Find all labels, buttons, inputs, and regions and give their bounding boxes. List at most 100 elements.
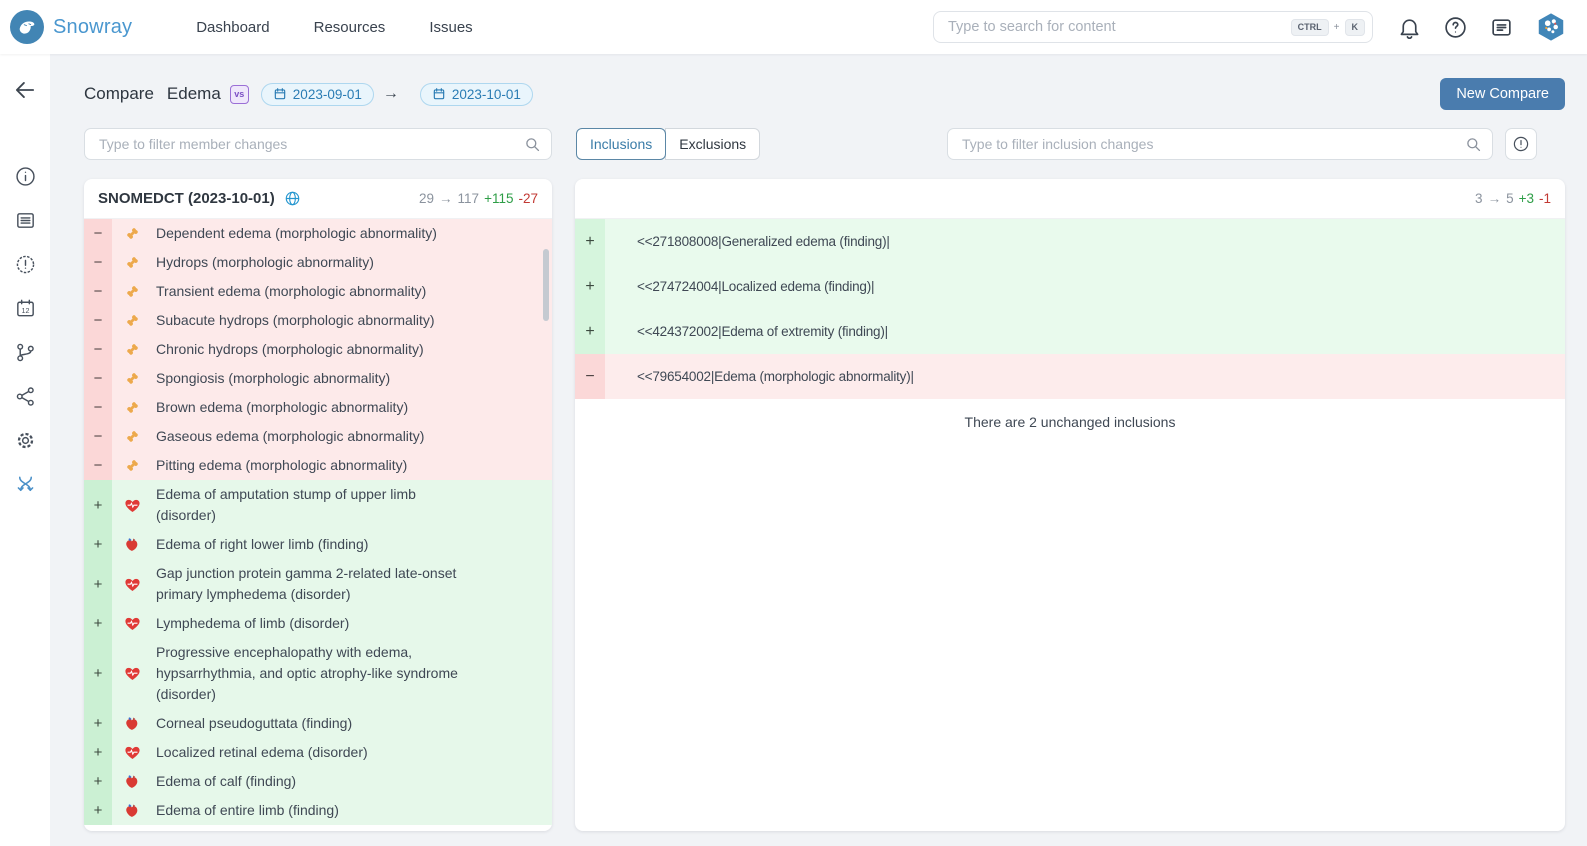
calendar-small-icon (273, 87, 287, 101)
member-label: Progressive encephalopathy with edema, h… (156, 638, 478, 709)
exclamation-circle-icon (1512, 134, 1530, 154)
codesystem-title: SNOMEDCT (2023-10-01) (98, 190, 301, 207)
inclusion-info-button[interactable] (1505, 128, 1537, 160)
bone-icon (124, 254, 141, 271)
notes-icon[interactable] (14, 209, 37, 232)
compare-icon[interactable] (14, 473, 37, 496)
date-to-chip[interactable]: 2023-10-01 (420, 83, 533, 106)
bone-icon (124, 457, 141, 474)
snowray-logo[interactable]: Snowray (10, 10, 132, 44)
member-change-row[interactable]: − Pitting edema (morphologic abnormality… (84, 451, 552, 480)
compare-subject: Edema (167, 84, 221, 104)
member-change-row[interactable]: + Progressive encephalopathy with edema,… (84, 638, 552, 709)
gear-icon[interactable] (14, 429, 37, 452)
user-avatar[interactable] (1535, 11, 1567, 43)
nav-issues[interactable]: Issues (429, 19, 472, 36)
date-to-label: 2023-10-01 (452, 87, 521, 102)
removed-sign: − (575, 354, 605, 399)
member-label: Transient edema (morphologic abnormality… (156, 277, 478, 306)
added-sign: + (84, 530, 112, 559)
member-change-list: − Dependent edema (morphologic abnormali… (84, 219, 552, 830)
ecl-expression: <<79654002|Edema (morphologic abnormalit… (605, 354, 914, 399)
alert-badge-icon[interactable] (14, 253, 37, 276)
added-sign: + (575, 264, 605, 309)
main-nav: Dashboard Resources Issues (196, 19, 472, 36)
inclusion-change-row[interactable]: − <<79654002|Edema (morphologic abnormal… (575, 354, 1565, 399)
removed-sign: − (84, 451, 112, 480)
nav-dashboard[interactable]: Dashboard (196, 19, 269, 36)
removed-sign: − (84, 393, 112, 422)
member-change-row[interactable]: − Dependent edema (morphologic abnormali… (84, 219, 552, 248)
inclusion-filter-input[interactable] (960, 135, 1464, 153)
disorder-heart-icon (124, 615, 141, 632)
member-change-row[interactable]: + Edema of amputation stump of upper lim… (84, 480, 552, 530)
member-label: Edema of right lower limb (finding) (156, 530, 478, 559)
help-icon[interactable] (1443, 15, 1468, 40)
member-filter[interactable] (84, 128, 552, 160)
member-stats: 29→117 +115 -27 (419, 191, 538, 206)
member-change-row[interactable]: + Gap junction protein gamma 2-related l… (84, 559, 552, 609)
added-sign: + (84, 559, 112, 609)
member-change-row[interactable]: − Subacute hydrops (morphologic abnormal… (84, 306, 552, 335)
bone-icon (124, 399, 141, 416)
member-change-row[interactable]: − Brown edema (morphologic abnormality) (84, 393, 552, 422)
tab-exclusions[interactable]: Exclusions (665, 128, 760, 160)
disorder-heart-icon (124, 497, 141, 514)
member-label: Brown edema (morphologic abnormality) (156, 393, 478, 422)
scrollbar-thumb[interactable] (543, 249, 549, 321)
member-change-row[interactable]: + Lymphedema of limb (disorder) (84, 609, 552, 638)
inclusion-changes-panel: 3→5 +3 -1 + <<271808008|Generalized edem… (575, 179, 1565, 831)
member-label: Edema of amputation stump of upper limb … (156, 480, 478, 530)
stat-added: +3 (1519, 191, 1534, 206)
ecl-expression: <<274724004|Localized edema (finding)| (605, 264, 874, 309)
added-sign: + (84, 480, 112, 530)
member-change-row[interactable]: + Edema of entire limb (finding) (84, 796, 552, 825)
member-change-row[interactable]: − Transient edema (morphologic abnormali… (84, 277, 552, 306)
date-from-label: 2023-09-01 (293, 87, 362, 102)
globe-icon[interactable] (284, 190, 301, 207)
calendar-icon[interactable]: 12 (14, 297, 37, 320)
global-search-input[interactable] (946, 18, 1286, 36)
branch-icon[interactable] (14, 341, 37, 364)
member-change-row[interactable]: + Edema of right lower limb (finding) (84, 530, 552, 559)
stat-added: +115 (484, 191, 513, 206)
member-label: Subacute hydrops (morphologic abnormalit… (156, 306, 478, 335)
inclusion-change-row[interactable]: + <<274724004|Localized edema (finding)| (575, 264, 1565, 309)
nav-resources[interactable]: Resources (314, 19, 386, 36)
member-change-row[interactable]: + Localized retinal edema (disorder) (84, 738, 552, 767)
member-change-row[interactable]: − Gaseous edema (morphologic abnormality… (84, 422, 552, 451)
inclusion-filter[interactable] (947, 128, 1493, 160)
added-sign: + (84, 738, 112, 767)
inclusion-change-row[interactable]: + <<424372002|Edema of extremity (findin… (575, 309, 1565, 354)
member-label: Gaseous edema (morphologic abnormality) (156, 422, 478, 451)
info-icon[interactable] (14, 165, 37, 188)
member-change-row[interactable]: + Edema of calf (finding) (84, 767, 552, 796)
search-icon (1464, 135, 1483, 154)
topbar-actions (1397, 11, 1567, 43)
back-arrow-icon[interactable] (12, 77, 38, 103)
vs-badge-icon: vs (230, 85, 249, 104)
finding-heart-icon (124, 802, 141, 819)
member-filter-input[interactable] (97, 135, 523, 153)
new-compare-button[interactable]: New Compare (1440, 78, 1565, 110)
ecl-expression: <<424372002|Edema of extremity (finding)… (605, 309, 888, 354)
share-icon[interactable] (14, 385, 37, 408)
bone-icon (124, 370, 141, 387)
finding-heart-icon (124, 773, 141, 790)
global-search[interactable]: CTRL + K (933, 11, 1373, 43)
bone-icon (124, 341, 141, 358)
member-label: Edema of calf (finding) (156, 767, 478, 796)
bell-icon[interactable] (1397, 15, 1422, 40)
member-change-row[interactable]: + Corneal pseudoguttata (finding) (84, 709, 552, 738)
page-title: Compare (84, 84, 154, 104)
tab-inclusions[interactable]: Inclusions (576, 128, 666, 160)
disorder-heart-icon (124, 744, 141, 761)
member-change-row[interactable]: − Spongiosis (morphologic abnormality) (84, 364, 552, 393)
member-change-row[interactable]: − Chronic hydrops (morphologic abnormali… (84, 335, 552, 364)
calendar-small-icon (432, 87, 446, 101)
news-icon[interactable] (1489, 15, 1514, 40)
date-from-chip[interactable]: 2023-09-01 (261, 83, 374, 106)
member-label: Gap junction protein gamma 2-related lat… (156, 559, 478, 609)
member-change-row[interactable]: − Hydrops (morphologic abnormality) (84, 248, 552, 277)
inclusion-change-row[interactable]: + <<271808008|Generalized edema (finding… (575, 219, 1565, 264)
